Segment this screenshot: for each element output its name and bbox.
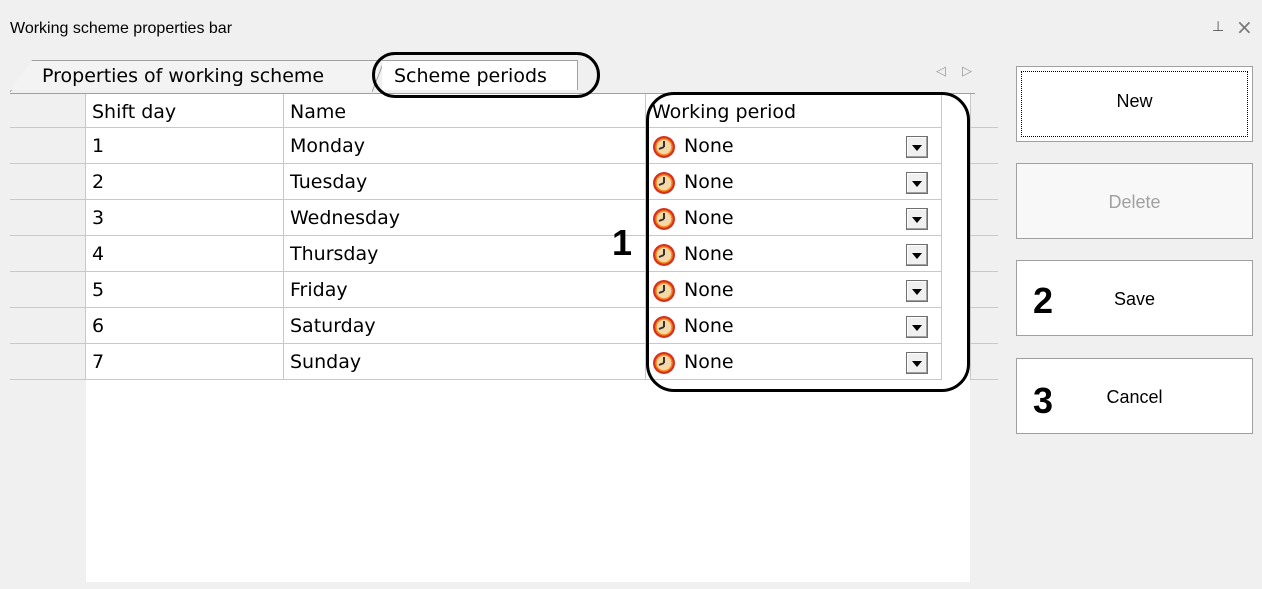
name-cell[interactable]: Saturday — [284, 308, 646, 344]
delete-button-label: Delete — [1108, 192, 1161, 212]
callout-number-period: 1 — [612, 222, 633, 263]
new-button[interactable]: New — [1016, 66, 1253, 142]
shift-day-cell[interactable]: 4 — [86, 236, 284, 272]
name-cell[interactable]: Tuesday — [284, 164, 646, 200]
callout-ellipse-tab — [372, 52, 600, 98]
callout-ellipse-period-column — [646, 92, 970, 392]
column-header-shift-day[interactable]: Shift day — [86, 94, 284, 128]
new-button-label: New — [1116, 91, 1153, 111]
shift-day-cell[interactable]: 2 — [86, 164, 284, 200]
panel-title: Working scheme properties bar — [10, 20, 233, 37]
grid-right-stub — [970, 200, 998, 236]
grid-right-stub — [970, 236, 998, 272]
grid-right-stub — [970, 344, 998, 380]
column-header-name[interactable]: Name — [284, 94, 646, 128]
row-header-cell[interactable] — [10, 236, 86, 272]
row-header-cell[interactable] — [10, 344, 86, 380]
tab-scroll-left-icon[interactable]: ◁ — [936, 64, 946, 79]
grid-right-stub — [970, 308, 998, 344]
close-icon[interactable]: × — [1236, 15, 1253, 39]
panel-titlebar: Working scheme properties bar ⊥ × — [0, 0, 1262, 42]
row-header-cell[interactable] — [10, 164, 86, 200]
row-header-cell[interactable] — [10, 272, 86, 308]
name-cell[interactable]: Monday — [284, 128, 646, 164]
shift-day-cell[interactable]: 5 — [86, 272, 284, 308]
callout-number-cancel: 3 — [1033, 380, 1054, 421]
row-header-cell[interactable] — [10, 128, 86, 164]
tab-properties-of-working-scheme[interactable]: Properties of working scheme — [10, 60, 378, 90]
callout-number-save: 2 — [1033, 280, 1054, 321]
grid-corner-cell — [10, 94, 86, 128]
pin-icon[interactable]: ⊥ — [1212, 19, 1224, 35]
delete-button[interactable]: Delete — [1016, 163, 1253, 239]
cancel-button-label: Cancel — [1106, 387, 1163, 407]
name-cell[interactable]: Sunday — [284, 344, 646, 380]
row-header-cell[interactable] — [10, 200, 86, 236]
name-cell[interactable]: Wednesday — [284, 200, 646, 236]
grid-right-stub — [970, 128, 998, 164]
shift-day-cell[interactable]: 1 — [86, 128, 284, 164]
shift-day-cell[interactable]: 6 — [86, 308, 284, 344]
shift-day-cell[interactable]: 3 — [86, 200, 284, 236]
grid-right-stub — [970, 272, 998, 308]
grid-right-stub — [970, 164, 998, 200]
tab-scroll-right-icon[interactable]: ▷ — [962, 64, 972, 79]
shift-day-cell[interactable]: 7 — [86, 344, 284, 380]
save-button-label: Save — [1113, 289, 1156, 309]
tab-label: Properties of working scheme — [42, 65, 325, 87]
name-cell[interactable]: Thursday — [284, 236, 646, 272]
grid-right-stub — [970, 94, 998, 128]
row-header-cell[interactable] — [10, 308, 86, 344]
name-cell[interactable]: Friday — [284, 272, 646, 308]
